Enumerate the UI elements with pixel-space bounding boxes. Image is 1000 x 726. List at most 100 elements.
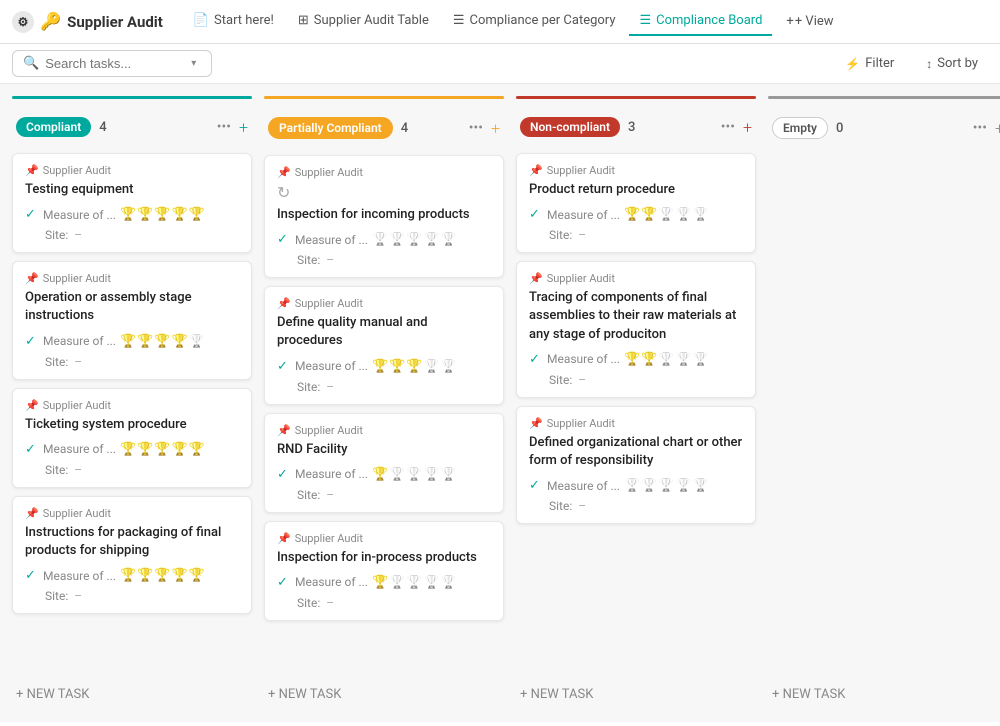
site-label: Site: (45, 589, 68, 603)
card-context: 📌 Supplier Audit (25, 164, 239, 177)
task-icon: 📌 (277, 297, 291, 310)
trophy-icons: 🏆🏆🏆🏆🏆 (120, 442, 205, 457)
site-label: Site: (45, 355, 68, 369)
search-box[interactable]: 🔍 ▾ (12, 50, 212, 77)
new-task-button-partial[interactable]: + NEW TASK (264, 679, 504, 710)
card-context: 📌 Supplier Audit (529, 164, 743, 177)
new-task-button-noncompliant[interactable]: + NEW TASK (516, 679, 756, 710)
toolbar-actions: ⚡ Filter ↕ Sort by (835, 51, 988, 76)
column-empty: Empty0•••++ NEW TASK (768, 96, 1000, 710)
trophy-icons: 🏆🏆🏆🏆🏆 (120, 568, 205, 583)
column-noncompliant: Non-compliant3•••+📌 Supplier AuditProduc… (516, 96, 756, 710)
filter-button[interactable]: ⚡ Filter (835, 51, 904, 76)
kanban-board: Compliant 4 ••• + 📌 Supplier AuditTesting eq… (0, 84, 1000, 722)
checkmark-icon: ✓ (277, 232, 291, 247)
tab-supplier-audit-table[interactable]: ⊞ Supplier Audit Table (288, 7, 439, 36)
card-context: 📌 Supplier Audit (25, 272, 239, 285)
card[interactable]: 📌 Supplier AuditTicketing system procedu… (12, 388, 252, 488)
card-site-row: Site: – (25, 226, 239, 242)
column-menu-empty[interactable]: ••• (973, 120, 987, 136)
add-view-button[interactable]: + + View (776, 8, 843, 35)
column-header-noncompliant: Non-compliant3•••+ (516, 109, 756, 145)
search-icon: 🔍 (23, 56, 39, 71)
new-task-button-compliant[interactable]: + NEW TASK (12, 679, 252, 710)
card-context: 📌 Supplier Audit (277, 532, 491, 545)
tab-compliance-board[interactable]: ☰ Compliance Board (629, 7, 772, 36)
task-icon: 📌 (529, 164, 543, 177)
trophy-icons: 🏆🏆🏆🏆🏆 (372, 575, 457, 590)
card-site-row: Site: – (529, 497, 743, 513)
column-add-button-empty[interactable]: + (995, 119, 1000, 138)
card[interactable]: 📌 Supplier AuditDefine quality manual an… (264, 286, 504, 404)
tab-compliance-category[interactable]: ☰ Compliance per Category (443, 7, 626, 36)
card[interactable]: 📌 Supplier AuditDefined organizational c… (516, 406, 756, 524)
column-menu-compliant[interactable]: ••• (217, 119, 231, 135)
measure-label: Measure of ... (43, 208, 116, 222)
card-site-row: Site: – (277, 251, 491, 267)
trophy-icons: 🏆🏆🏆🏆🏆 (624, 352, 709, 367)
card-context: 📌 Supplier Audit (277, 166, 491, 179)
trophy-icons: 🏆🏆🏆🏆🏆 (372, 467, 457, 482)
card-measure-row: ✓ Measure of ... 🏆🏆🏆🏆🏆 (529, 352, 743, 367)
column-menu-noncompliant[interactable]: ••• (721, 119, 735, 135)
list-icon: ☰ (453, 13, 465, 28)
trophy-icons: 🏆🏆🏆🏆🏆 (624, 478, 709, 493)
sort-icon: ↕ (926, 57, 932, 71)
task-icon: 📌 (25, 164, 39, 177)
checkmark-icon: ✓ (25, 207, 39, 222)
card-measure-row: ✓ Measure of ... 🏆🏆🏆🏆🏆 (25, 207, 239, 222)
site-value: – (74, 355, 82, 369)
card[interactable]: 📌 Supplier Audit Instructions for packagi… (12, 496, 252, 614)
column-partial: Partially Compliant 4 ••• + 📌 Supplier Audit… (264, 96, 504, 710)
column-add-button-noncompliant[interactable]: + (743, 118, 752, 137)
measure-label: Measure of ... (547, 479, 620, 493)
checkmark-icon: ✓ (25, 334, 39, 349)
card-context-label: Supplier Audit (295, 424, 363, 437)
column-add-button-compliant[interactable]: + (239, 118, 248, 137)
card-title: Defined organizational chart or other fo… (529, 434, 743, 470)
measure-label: Measure of ... (295, 467, 368, 481)
column-count-partial: 4 (401, 121, 408, 136)
site-value: – (326, 488, 334, 502)
card-site-row: Site: – (529, 226, 743, 242)
card[interactable]: 📌 Supplier AuditInspection for in-proces… (264, 521, 504, 621)
card[interactable]: 📌 Supplier AuditProduct return procedure… (516, 153, 756, 253)
new-task-button-empty[interactable]: + NEW TASK (768, 679, 1000, 710)
card-context-label: Supplier Audit (43, 507, 111, 520)
card-measure-row: ✓ Measure of ... 🏆🏆🏆🏆🏆 (529, 207, 743, 222)
card[interactable]: 📌 Supplier AuditRND Facility✓ Measure of… (264, 413, 504, 513)
board-icon: ☰ (639, 13, 651, 28)
task-icon: 📌 (529, 272, 543, 285)
card-context-label: Supplier Audit (295, 532, 363, 545)
column-add-button-partial[interactable]: + (491, 119, 500, 138)
sort-by-button[interactable]: ↕ Sort by (916, 51, 988, 76)
chevron-down-icon[interactable]: ▾ (191, 58, 196, 69)
column-count-compliant: 4 (99, 120, 106, 135)
card[interactable]: 📌 Supplier Audit↻Inspection for incoming… (264, 155, 504, 278)
site-value: – (74, 463, 82, 477)
column-badge-compliant: Compliant (16, 117, 91, 137)
card-measure-row: ✓ Measure of ... 🏆🏆🏆🏆🏆 (277, 359, 491, 374)
checkmark-icon: ✓ (25, 568, 39, 583)
column-menu-partial[interactable]: ••• (469, 120, 483, 136)
measure-label: Measure of ... (43, 569, 116, 583)
site-label: Site: (549, 499, 572, 513)
column-line-compliant (12, 96, 252, 99)
gear-icon: ⚙ (12, 11, 34, 33)
toolbar: 🔍 ▾ ⚡ Filter ↕ Sort by (0, 44, 1000, 84)
card-context: 📌 Supplier Audit (277, 297, 491, 310)
card[interactable]: 📌 Supplier AuditOperation or assembly st… (12, 261, 252, 379)
task-icon: 📌 (25, 507, 39, 520)
column-badge-partial: Partially Compliant (268, 117, 393, 139)
card[interactable]: 📌 Supplier AuditTracing of components of… (516, 261, 756, 398)
search-input[interactable] (45, 56, 185, 71)
card-title: Instructions for packaging of final prod… (25, 524, 239, 560)
tab-start-here[interactable]: 📄 Start here! (183, 7, 284, 36)
measure-label: Measure of ... (295, 359, 368, 373)
measure-label: Measure of ... (295, 575, 368, 589)
card-site-row: Site: – (277, 486, 491, 502)
card-measure-row: ✓ Measure of ... 🏆🏆🏆🏆🏆 (25, 568, 239, 583)
task-icon: 📌 (529, 417, 543, 430)
card-context-label: Supplier Audit (43, 399, 111, 412)
card[interactable]: 📌 Supplier AuditTesting equipment✓ Measu… (12, 153, 252, 253)
